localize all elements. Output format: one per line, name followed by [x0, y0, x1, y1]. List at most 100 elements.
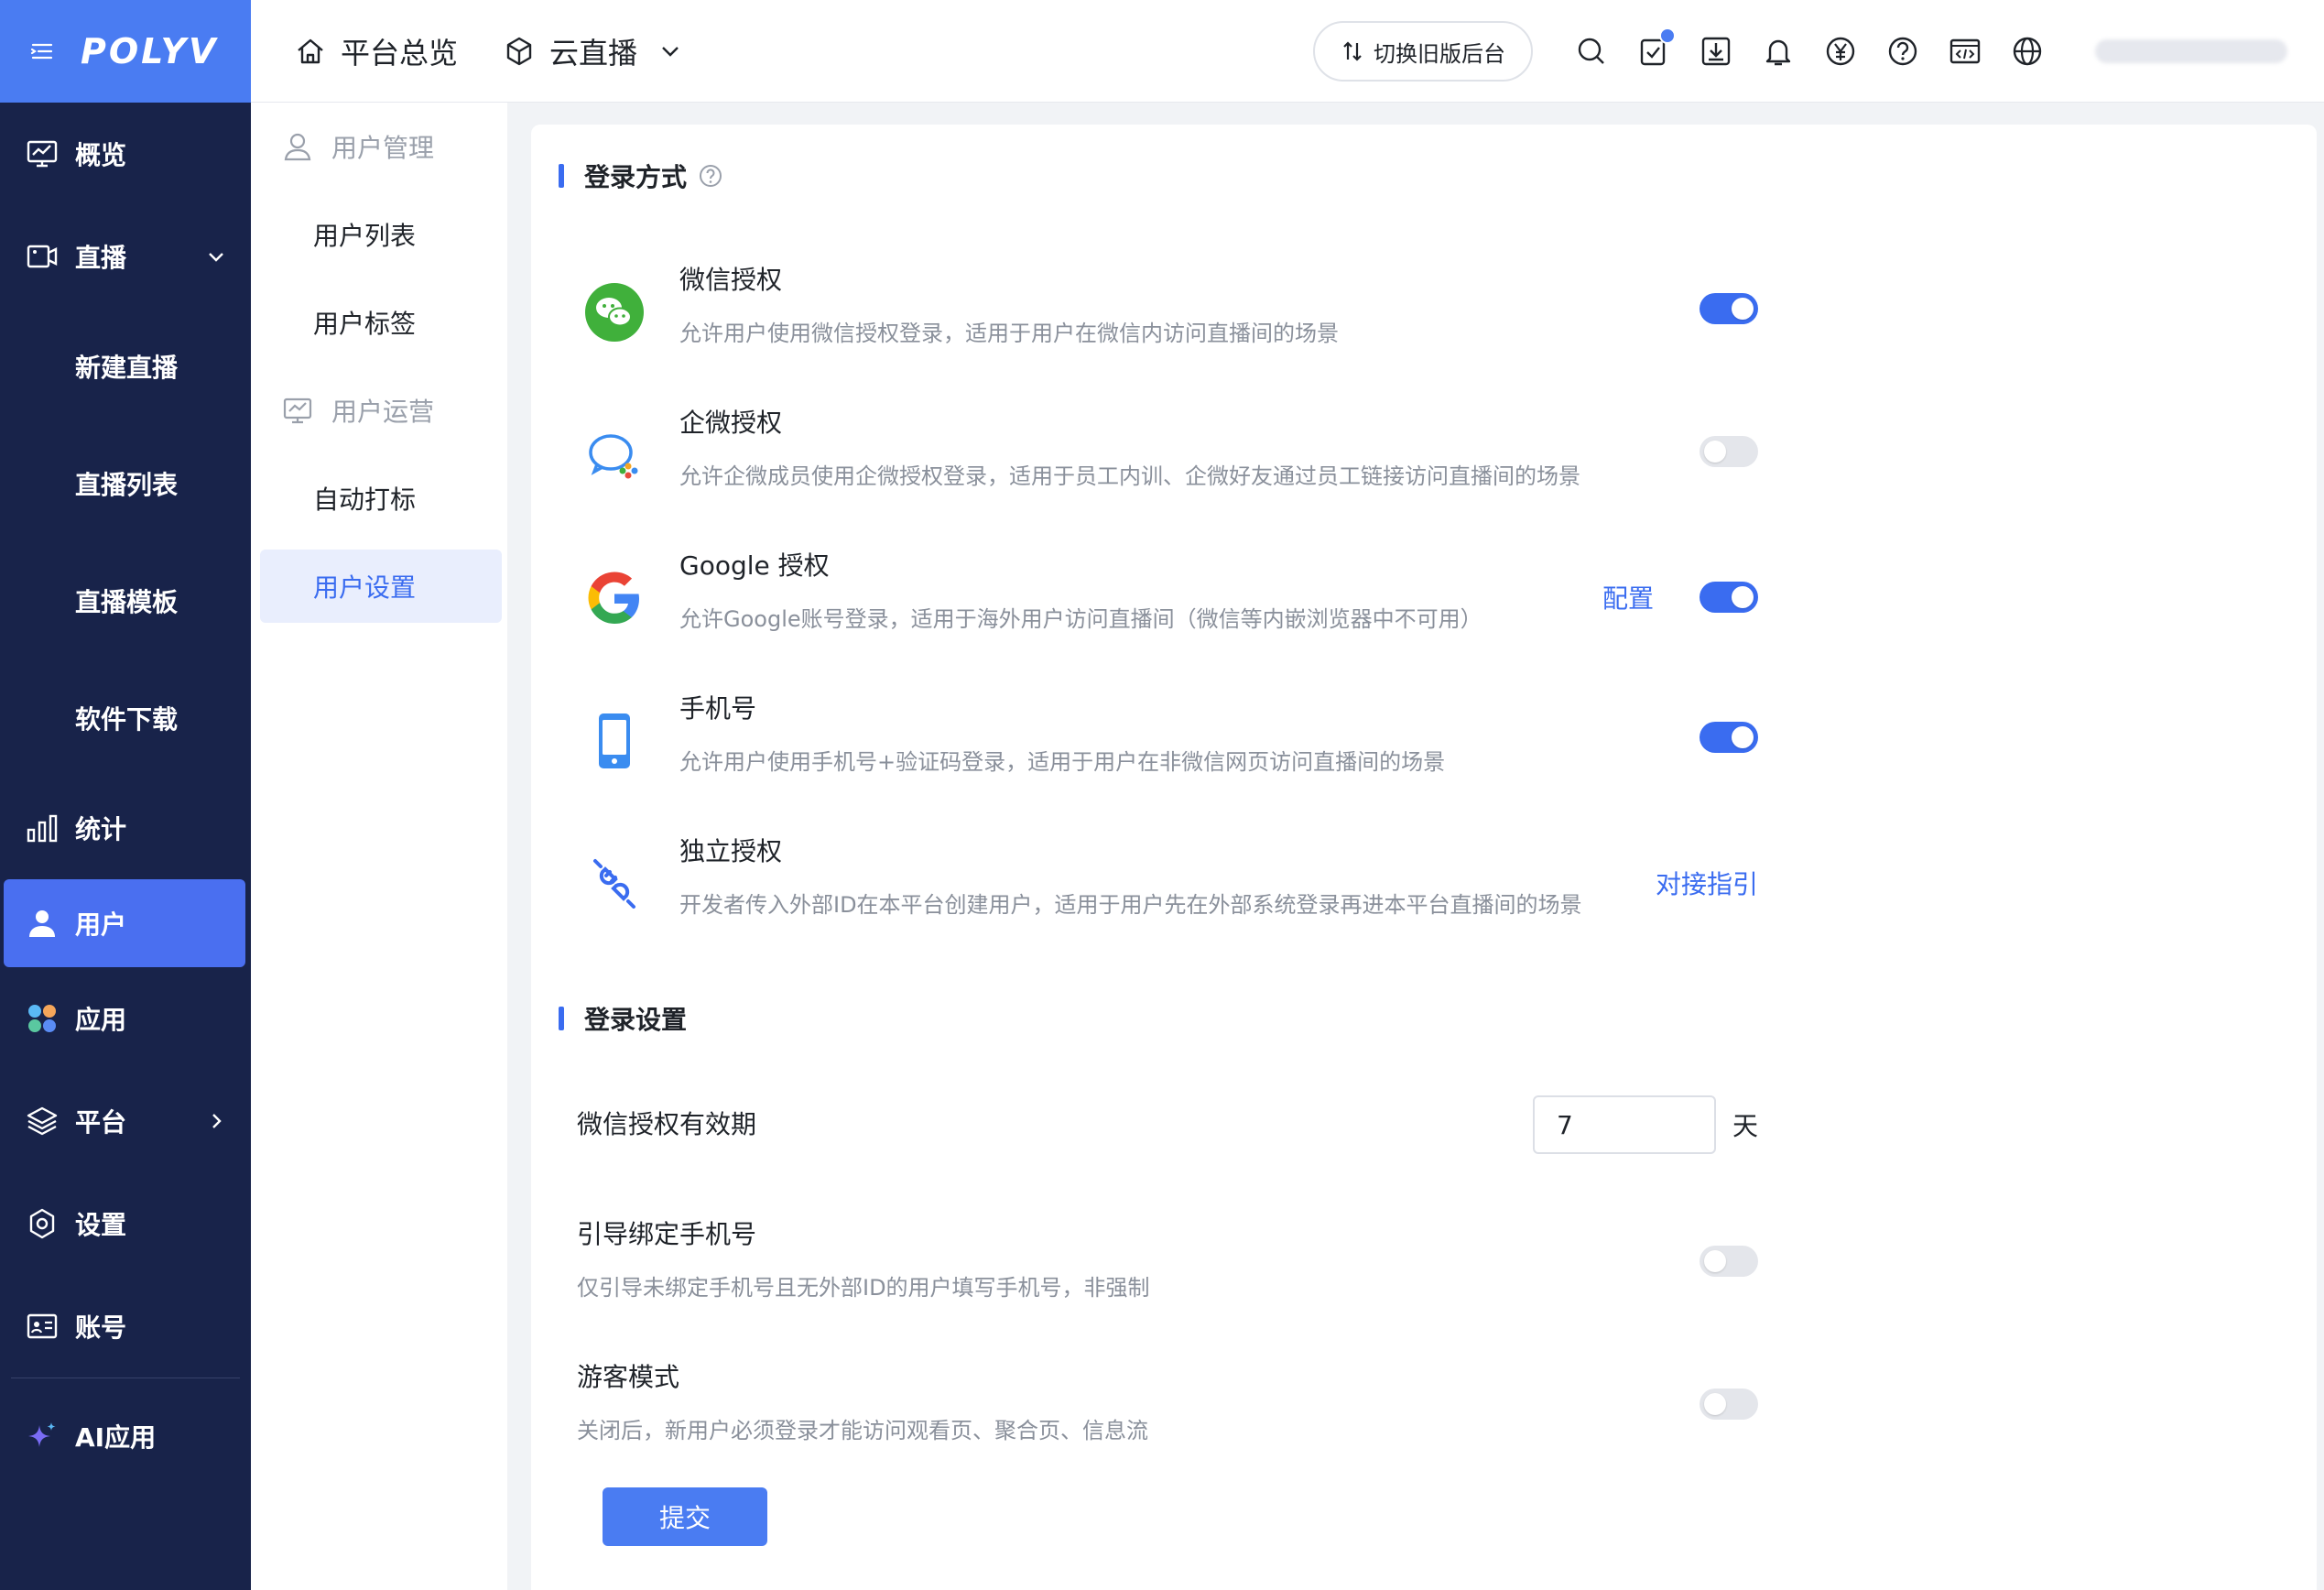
nav-subitem-software-download[interactable]: 软件下载 — [0, 659, 251, 777]
nav-label: 直播列表 — [75, 470, 179, 500]
account-name-blurred[interactable] — [2095, 39, 2287, 63]
login-methods-heading: 登录方式 — [559, 158, 723, 194]
plug-connect-icon — [593, 859, 635, 909]
nav-subitem-live-template[interactable]: 直播模板 — [0, 542, 251, 659]
nav-label: 应用 — [75, 1005, 127, 1035]
guest-mode-row: 游客模式 关闭后，新用户必须登录才能访问观看页、聚合页、信息流 — [577, 1357, 1758, 1444]
bell-icon[interactable] — [1762, 35, 1795, 68]
wechat-auth-toggle[interactable] — [1700, 293, 1758, 324]
nav-item-live[interactable]: 直播 — [0, 205, 251, 308]
nav-label: 用户 — [75, 909, 127, 940]
wechat-validity-controls: 天 — [1532, 1095, 1758, 1154]
wecom-auth-toggle[interactable] — [1700, 436, 1758, 467]
menu-toggle-icon[interactable] — [27, 37, 57, 66]
login-method-desc: 开发者传入外部ID在本平台创建用户，适用于用户先在外部系统登录再进本平台直播间的… — [679, 892, 1582, 918]
nav-subitem-new-live[interactable]: 新建直播 — [0, 308, 251, 425]
nav-label: 直播模板 — [75, 587, 179, 617]
yen-coin-icon[interactable] — [1824, 35, 1857, 68]
task-icon[interactable] — [1637, 27, 1676, 68]
nav-item-statistics[interactable]: 统计 — [0, 777, 251, 879]
product-switcher[interactable]: 云直播 — [504, 30, 683, 72]
home-icon — [298, 38, 323, 63]
submenu-item-user-settings[interactable]: 用户设置 — [260, 550, 502, 623]
nav-item-account[interactable]: 账号 — [0, 1275, 251, 1378]
toggle-knob — [1704, 1393, 1726, 1415]
nav-label: 新建直播 — [75, 353, 179, 383]
top-bar: 平台总览 云直播 切换旧版后台 — [251, 0, 2324, 103]
main-sidebar: POLYV 概览 直播 新建直播 直播列表 直播模板 软件下载 统计 用户 应用… — [0, 0, 251, 1590]
nav-item-apps[interactable]: 应用 — [0, 967, 251, 1070]
toggle-knob — [1732, 298, 1754, 320]
google-icon — [588, 572, 639, 624]
chevron-right-icon — [212, 1114, 222, 1128]
globe-icon[interactable] — [2011, 35, 2044, 68]
login-settings-heading: 登录设置 — [559, 1000, 687, 1037]
product-label: 云直播 — [549, 35, 638, 71]
login-method-desc: 允许Google账号登录，适用于海外用户访问直播间（微信等内嵌浏览器中不可用） — [679, 606, 1482, 632]
submenu-item-user-tags[interactable]: 用户标签 — [251, 278, 507, 366]
bind-phone-title: 引导绑定手机号 — [577, 1219, 757, 1249]
top-right-tools: 切换旧版后台 — [1313, 0, 2324, 103]
help-icon[interactable] — [1886, 35, 1919, 68]
swap-arrows-icon — [1343, 41, 1362, 61]
guest-mode-desc: 关闭后，新用户必须登录才能访问观看页、聚合页、信息流 — [577, 1418, 1148, 1443]
submenu-item-label: 用户设置 — [313, 572, 417, 603]
submenu-item-auto-tag[interactable]: 自动打标 — [251, 454, 507, 542]
login-method-row-wecom: 企微授权 允许企微成员使用企微授权登录，适用于员工内训、企微好友通过员工链接访问… — [531, 385, 1758, 528]
login-method-title: 微信授权 — [679, 265, 783, 295]
submenu-group-user-manage: 用户管理 — [251, 103, 507, 191]
google-config-link[interactable]: 配置 — [1602, 579, 1654, 615]
code-window-icon[interactable] — [1949, 35, 1982, 68]
switch-old-backend-button[interactable]: 切换旧版后台 — [1313, 21, 1533, 82]
platform-overview-link[interactable]: 平台总览 — [295, 30, 458, 72]
gear-icon — [26, 1207, 59, 1240]
login-methods-title: 登录方式 — [584, 162, 688, 192]
nav-item-ai-apps[interactable]: AI应用 — [0, 1378, 251, 1494]
nav-label: 账号 — [75, 1312, 127, 1343]
bar-chart-icon — [26, 811, 59, 844]
cube-icon — [506, 37, 532, 65]
video-camera-icon — [26, 240, 59, 273]
submenu-item-label: 用户标签 — [313, 309, 417, 339]
nav-item-users[interactable]: 用户 — [4, 879, 245, 967]
toggle-knob — [1732, 586, 1754, 608]
google-auth-toggle[interactable] — [1700, 582, 1758, 613]
help-circle-icon[interactable] — [698, 163, 723, 189]
layers-icon — [26, 1105, 59, 1138]
submenu-item-label: 用户列表 — [313, 221, 417, 251]
guest-mode-toggle[interactable] — [1700, 1389, 1758, 1420]
login-method-controls: 对接指引 — [1656, 865, 1758, 901]
login-method-row-wechat: 微信授权 允许用户使用微信授权登录，适用于用户在微信内访问直播间的场景 — [531, 242, 1758, 385]
login-method-row-google: Google 授权 允许Google账号登录，适用于海外用户访问直播间（微信等内… — [531, 528, 1758, 670]
search-icon[interactable] — [1575, 35, 1608, 68]
toggle-knob — [1732, 726, 1754, 748]
nav-subitem-live-list[interactable]: 直播列表 — [0, 425, 251, 542]
submenu-group-user-ops: 用户运营 — [251, 366, 507, 454]
integration-guide-link[interactable]: 对接指引 — [1656, 865, 1758, 901]
chevron-down-icon — [209, 253, 223, 262]
monitor-chart-icon — [283, 398, 312, 424]
nav-item-platform[interactable]: 平台 — [0, 1070, 251, 1172]
login-method-desc: 允许用户使用微信授权登录，适用于用户在微信内访问直播间的场景 — [679, 321, 1339, 346]
toggle-knob — [1704, 441, 1726, 463]
user-settings-panel: 登录方式 微信授权 允许用户使用微信授权登录，适用于用户在微信内访问直播间的场景… — [531, 125, 2317, 1590]
wechat-validity-input[interactable] — [1532, 1095, 1716, 1154]
chevron-down-icon — [662, 46, 679, 57]
submit-button[interactable]: 提交 — [603, 1487, 767, 1546]
login-method-controls — [1654, 722, 1758, 753]
submenu-item-user-list[interactable]: 用户列表 — [251, 191, 507, 278]
brand-header: POLYV — [0, 0, 251, 103]
nav-item-settings[interactable]: 设置 — [0, 1172, 251, 1275]
sparkle-icon — [26, 1420, 59, 1453]
login-method-title: 企微授权 — [679, 408, 783, 438]
nav-label: 软件下载 — [75, 704, 179, 735]
login-settings-title: 登录设置 — [584, 1005, 688, 1035]
nav-item-overview[interactable]: 概览 — [0, 103, 251, 205]
bind-phone-toggle[interactable] — [1700, 1246, 1758, 1277]
brand-logo[interactable]: POLYV — [81, 31, 218, 71]
monitor-chart-icon — [26, 137, 59, 170]
user-icon — [26, 907, 59, 940]
download-icon[interactable] — [1700, 35, 1732, 68]
login-method-row-independent: 独立授权 开发者传入外部ID在本平台创建用户，适用于用户先在外部系统登录再进本平… — [531, 813, 1758, 956]
phone-auth-toggle[interactable] — [1700, 722, 1758, 753]
